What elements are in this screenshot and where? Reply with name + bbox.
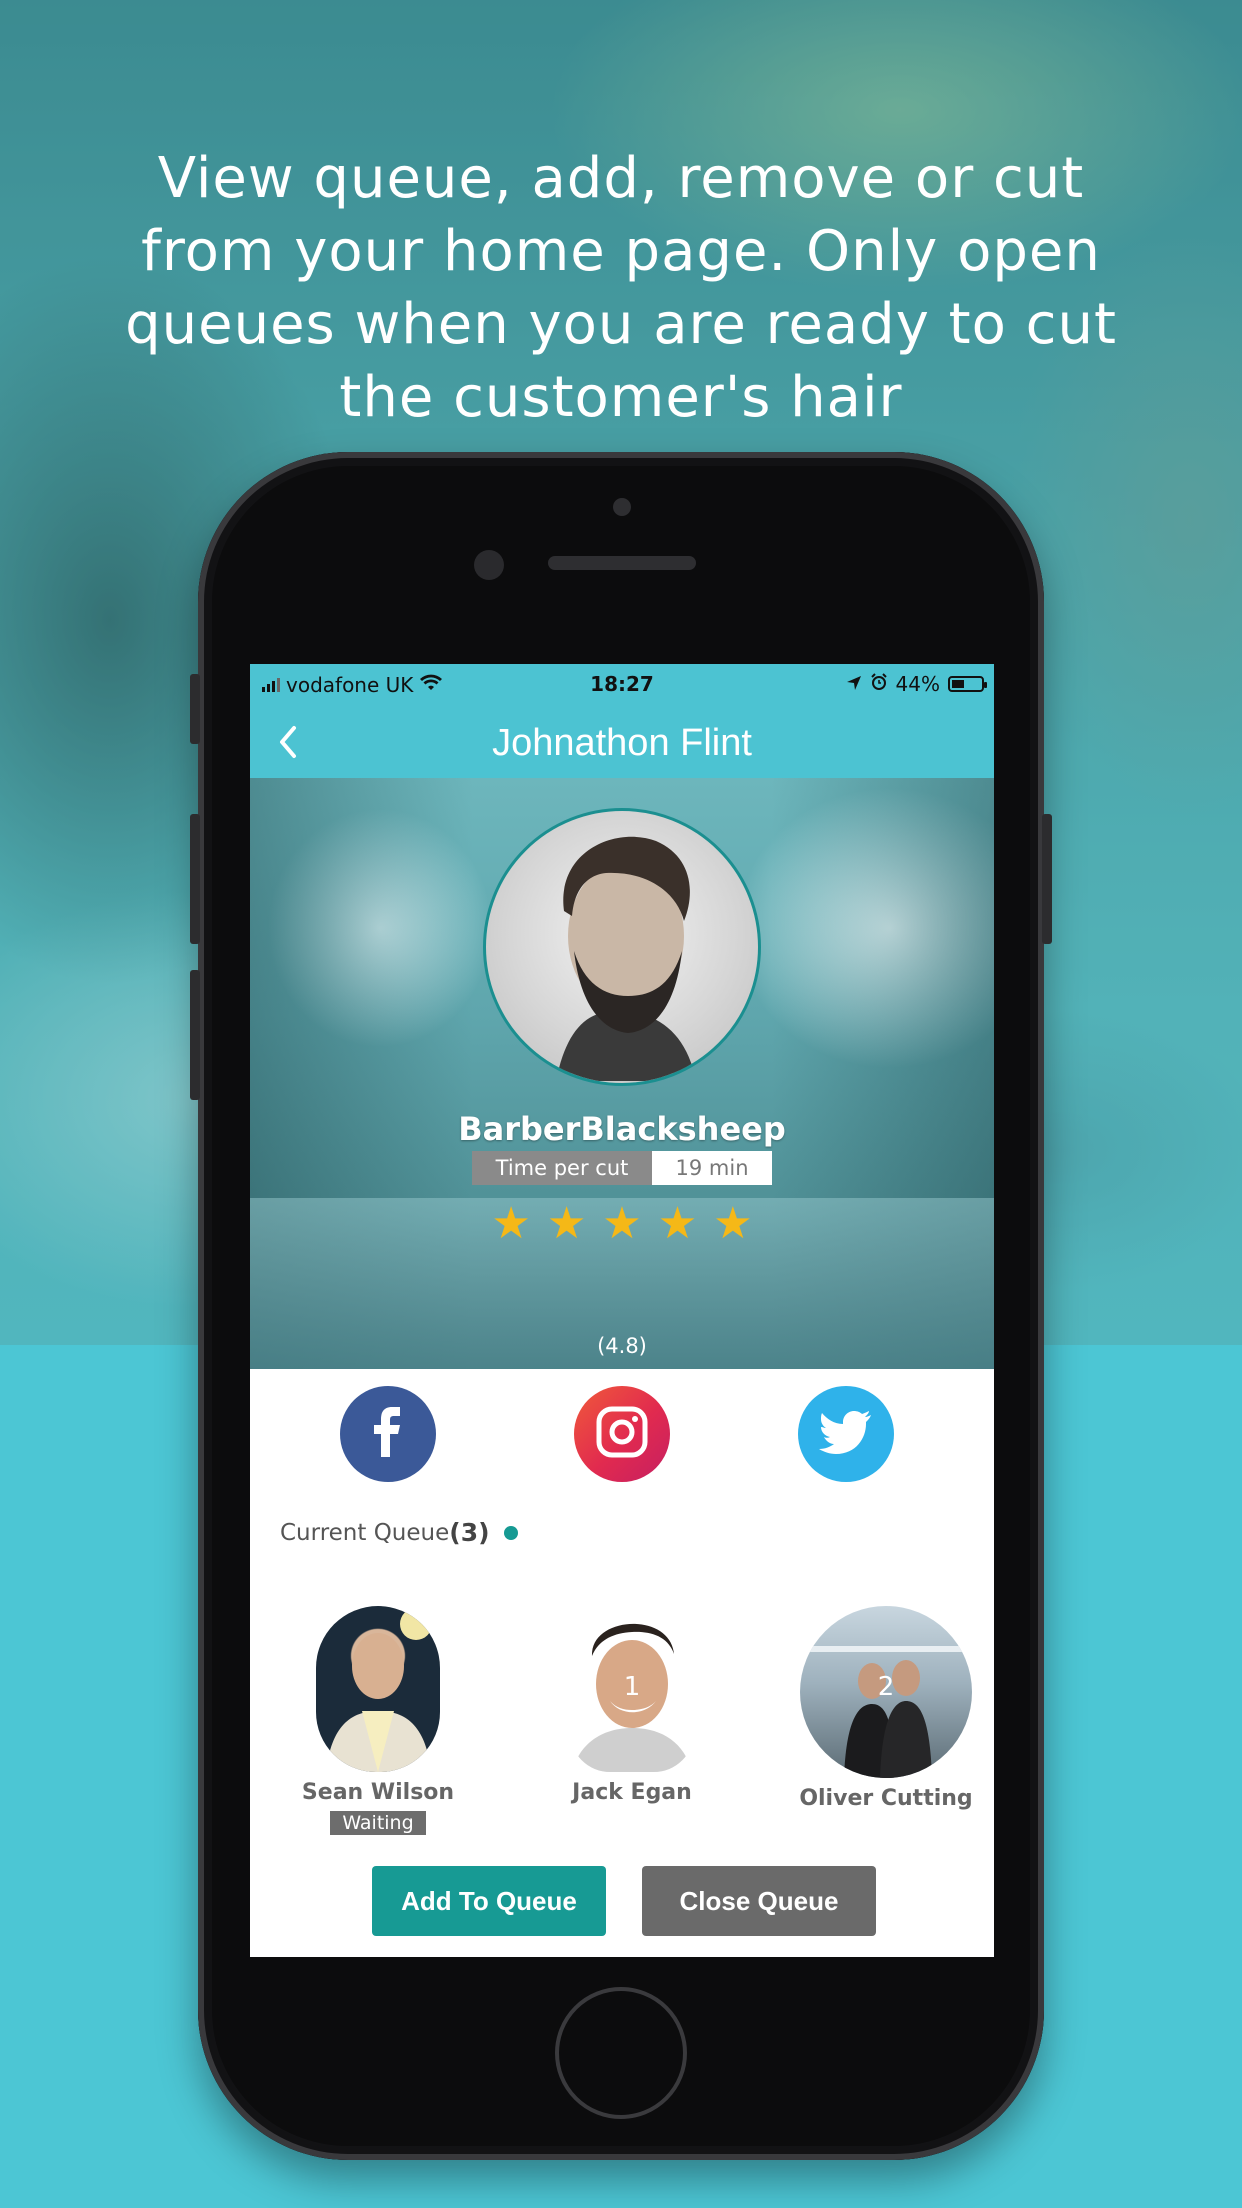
facebook-icon [368, 1406, 408, 1462]
queue-position: 1 [623, 1672, 641, 1702]
facebook-button[interactable] [340, 1386, 436, 1482]
earpiece-speaker [548, 556, 696, 570]
star-icon: ★ [546, 1198, 587, 1249]
instagram-icon [595, 1405, 649, 1463]
power-button [1042, 814, 1052, 944]
rating-value: (4.8) [597, 1334, 647, 1358]
queue-person-name: Sean Wilson [301, 1780, 455, 1805]
app-screen: vodafone UK 18:27 44% Johnathon Flint Ba… [250, 664, 994, 1957]
profile-header: BarberBlacksheep Time per cut 19 min ★ ★ ★… [250, 778, 994, 1369]
star-icon: ★ [491, 1198, 531, 1249]
queue-position: 2 [877, 1672, 895, 1702]
queue-person-photo: 2 [800, 1606, 972, 1778]
headline-text: View queue, add, remove or cut from your… [125, 146, 1117, 430]
live-status-dot [503, 1525, 518, 1540]
star-icon: ★ [657, 1198, 698, 1249]
queue-person[interactable]: 1 Jack Egan [532, 1606, 732, 1805]
queue-person-photo [316, 1606, 440, 1772]
location-arrow-icon [846, 672, 862, 696]
time-per-cut-label: Time per cut [472, 1151, 652, 1185]
battery-icon [948, 676, 987, 692]
queue-count: (3) [449, 1518, 490, 1547]
alarm-icon [870, 672, 888, 696]
rating-stars: ★ ★ ★ ★ ★ [250, 1202, 994, 1246]
volume-up-button [190, 814, 200, 944]
time-per-cut-value: 19 min [652, 1151, 772, 1185]
volume-down-button [190, 970, 200, 1100]
queue-person[interactable]: Sean Wilson Waiting [278, 1606, 478, 1835]
front-sensor [613, 498, 631, 516]
close-queue-button[interactable]: Close Queue [642, 1866, 876, 1936]
queue-person-name: Oliver Cutting [799, 1786, 973, 1811]
star-icon: ★ [713, 1198, 753, 1249]
status-bar: vodafone UK 18:27 44% [250, 664, 994, 706]
add-to-queue-button[interactable]: Add To Queue [372, 1866, 606, 1936]
queue-heading: Current Queue (3) [280, 1518, 518, 1547]
navigation-bar: Johnathon Flint [250, 706, 994, 778]
waiting-badge: Waiting [330, 1811, 426, 1835]
queue-person[interactable]: 2 Oliver Cutting [786, 1606, 986, 1811]
twitter-button[interactable] [798, 1386, 894, 1482]
barber-avatar [483, 808, 761, 1086]
twitter-icon [819, 1409, 873, 1459]
queue-person-photo: 1 [570, 1606, 694, 1772]
star-icon: ★ [602, 1198, 642, 1249]
queue-person-name: Jack Egan [572, 1780, 692, 1805]
mute-switch [190, 674, 200, 744]
battery-percent: 44% [895, 672, 940, 696]
instagram-button[interactable] [574, 1386, 670, 1482]
queue-label: Current Queue [280, 1519, 450, 1546]
page-title: Johnathon Flint [492, 722, 752, 764]
time-per-cut-badge: Time per cut 19 min [472, 1151, 772, 1185]
front-camera [474, 550, 504, 580]
home-button[interactable] [555, 1987, 687, 2119]
shop-name: BarberBlacksheep [458, 1110, 786, 1148]
